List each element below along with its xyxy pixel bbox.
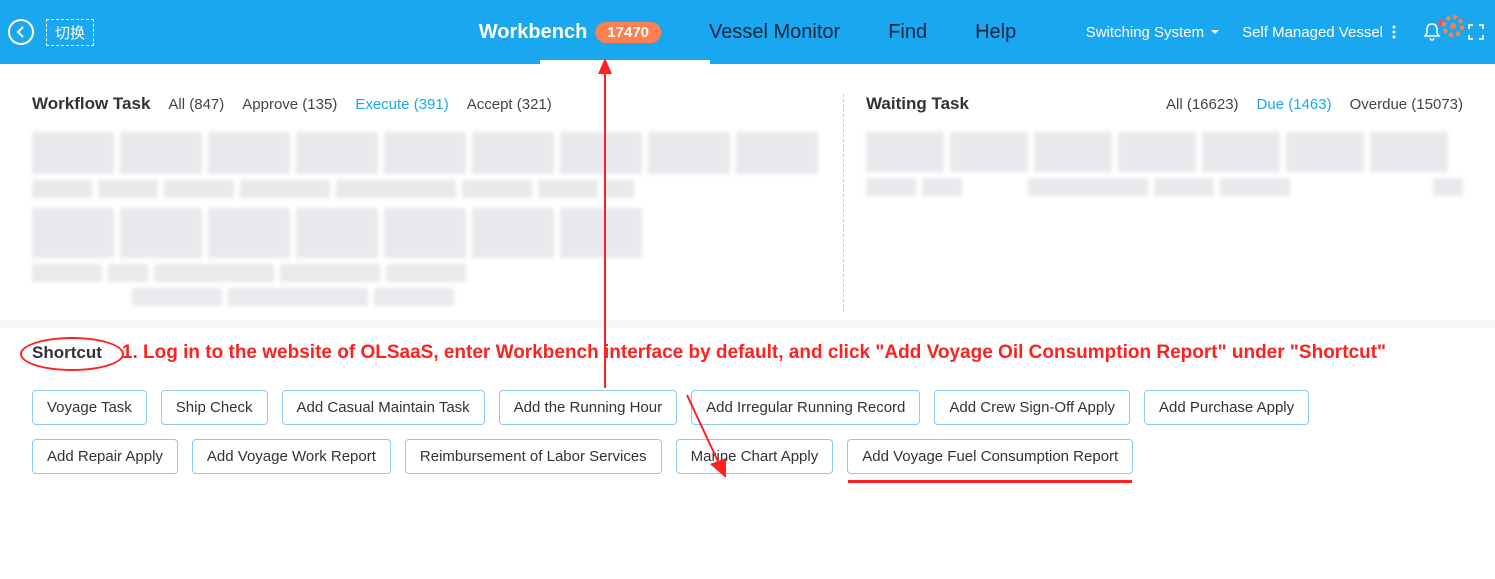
nav-right: Switching System Self Managed Vessel: [1086, 21, 1487, 43]
more-vertical-icon: [1389, 25, 1399, 39]
nav-center: Workbench 17470 Vessel Monitor Find Help: [479, 21, 1016, 44]
workflow-title: Workflow Task: [32, 94, 150, 114]
switching-system-label: Switching System: [1086, 24, 1204, 41]
shortcut-marine-chart[interactable]: Marine Chart Apply: [676, 439, 834, 474]
shortcut-add-casual-maintain[interactable]: Add Casual Maintain Task: [282, 390, 485, 425]
main-content: Workflow Task All (847) Approve (135) Ex…: [0, 64, 1495, 312]
workflow-filter-execute[interactable]: Execute (391): [355, 96, 448, 113]
shortcut-ship-check[interactable]: Ship Check: [161, 390, 268, 425]
shortcut-add-irregular-running[interactable]: Add Irregular Running Record: [691, 390, 920, 425]
workflow-task-panel: Workflow Task All (847) Approve (135) Ex…: [32, 94, 843, 312]
workflow-filter-approve[interactable]: Approve (135): [242, 96, 337, 113]
fullscreen-button[interactable]: [1465, 21, 1487, 43]
workflow-filter-accept[interactable]: Accept (321): [467, 96, 552, 113]
caret-down-icon: [1210, 27, 1220, 37]
workbench-count-badge: 17470: [595, 22, 661, 43]
target-icon: [1441, 14, 1465, 38]
shortcut-add-running-hour[interactable]: Add the Running Hour: [499, 390, 677, 425]
nav-workbench-label: Workbench: [479, 21, 588, 44]
shortcut-add-voyage-work[interactable]: Add Voyage Work Report: [192, 439, 391, 474]
nav-vessel-monitor[interactable]: Vessel Monitor: [709, 21, 840, 44]
waiting-filter-due[interactable]: Due (1463): [1257, 96, 1332, 113]
shortcut-title: Shortcut: [32, 343, 102, 363]
active-tab-underline: [540, 60, 710, 64]
shortcut-add-crew-signoff[interactable]: Add Crew Sign-Off Apply: [934, 390, 1130, 425]
workflow-header: Workflow Task All (847) Approve (135) Ex…: [32, 94, 823, 114]
workflow-cards-blurred: [32, 132, 823, 306]
shortcut-header: Shortcut 1. Log in to the website of OLS…: [32, 342, 1463, 364]
arrow-left-icon: [14, 25, 28, 39]
notifications-button[interactable]: [1421, 21, 1443, 43]
waiting-filter-overdue[interactable]: Overdue (15073): [1350, 96, 1463, 113]
expand-icon: [1467, 23, 1485, 41]
workflow-filter-all[interactable]: All (847): [168, 96, 224, 113]
shortcut-reimbursement-labor[interactable]: Reimbursement of Labor Services: [405, 439, 662, 474]
shortcut-section: Shortcut 1. Log in to the website of OLS…: [0, 320, 1495, 474]
shortcut-add-voyage-fuel[interactable]: Add Voyage Fuel Consumption Report: [847, 439, 1133, 474]
waiting-header: Waiting Task All (16623) Due (1463) Over…: [866, 94, 1463, 114]
switching-system-dropdown[interactable]: Switching System: [1086, 24, 1220, 41]
switch-button[interactable]: 切换: [46, 19, 94, 46]
shortcut-add-purchase[interactable]: Add Purchase Apply: [1144, 390, 1309, 425]
shortcut-buttons-row: Voyage Task Ship Check Add Casual Mainta…: [32, 390, 1463, 474]
self-managed-label: Self Managed Vessel: [1242, 24, 1383, 41]
waiting-task-panel: Waiting Task All (16623) Due (1463) Over…: [843, 94, 1463, 312]
nav-find[interactable]: Find: [888, 21, 927, 44]
top-navbar: 切换 Workbench 17470 Vessel Monitor Find H…: [0, 0, 1495, 64]
annotation-instruction: 1. Log in to the website of OLSaaS, ente…: [122, 342, 1386, 364]
shortcut-voyage-task[interactable]: Voyage Task: [32, 390, 147, 425]
nav-help[interactable]: Help: [975, 21, 1016, 44]
waiting-title: Waiting Task: [866, 94, 969, 114]
back-button[interactable]: [8, 19, 34, 45]
shortcut-add-repair[interactable]: Add Repair Apply: [32, 439, 178, 474]
waiting-cards-blurred: [866, 132, 1463, 196]
waiting-filter-all[interactable]: All (16623): [1166, 96, 1239, 113]
shortcut-title-text: Shortcut: [32, 343, 102, 362]
self-managed-vessel-menu[interactable]: Self Managed Vessel: [1242, 24, 1399, 41]
nav-workbench[interactable]: Workbench 17470: [479, 21, 661, 44]
